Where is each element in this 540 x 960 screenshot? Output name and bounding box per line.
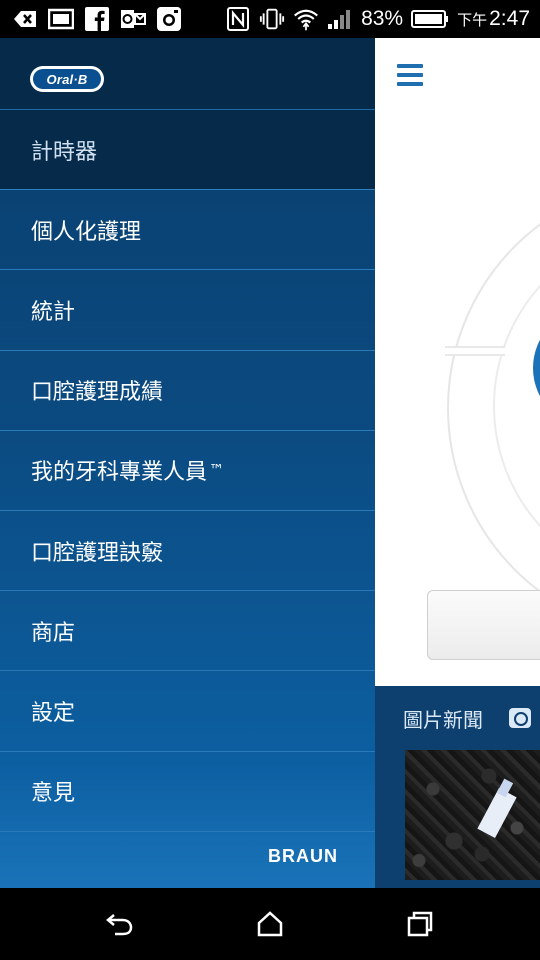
timer-dial-gap	[445, 346, 505, 356]
menu-item-oral-care-score[interactable]: 口腔護理成績	[0, 351, 375, 431]
trademark-symbol: ™	[209, 461, 225, 480]
nfc-icon	[225, 7, 251, 31]
menu-item-statistics[interactable]: 統計	[0, 270, 375, 351]
braun-logo: BRAUN	[268, 846, 338, 866]
system-status: 83% 下午2:47	[225, 6, 530, 32]
battery-percent: 83%	[361, 7, 404, 30]
menu-item-personalized-care[interactable]: 個人化護理	[0, 190, 375, 271]
drawer-menu: 計時器 個人化護理 統計 口腔護理成績 我的牙科專業人員 ™ 口腔護理訣竅 商店 …	[0, 110, 375, 832]
oral-b-logo: Oral·B	[30, 66, 104, 92]
menu-item-label: 計時器	[31, 139, 98, 165]
vibrate-icon	[259, 7, 285, 31]
facebook-icon	[84, 7, 110, 31]
menu-icon[interactable]	[397, 64, 423, 86]
menu-item-my-dental-professional[interactable]: 我的牙科專業人員 ™	[0, 431, 375, 511]
signal-icon	[327, 7, 353, 31]
timer-panel	[375, 38, 540, 686]
menu-item-label: 口腔護理成績	[31, 380, 164, 406]
battery-icon	[411, 7, 449, 31]
clock-time: 2:47	[489, 7, 530, 30]
menu-item-label: 口腔護理訣竅	[31, 540, 164, 566]
recent-apps-icon[interactable]	[400, 908, 440, 940]
menu-item-label: 設定	[31, 700, 76, 726]
menu-item-feedback[interactable]: 意見	[0, 752, 375, 832]
menu-item-label: 統計	[31, 299, 76, 325]
wifi-icon	[293, 7, 319, 31]
menu-item-label: 意見	[31, 781, 76, 807]
menu-item-label: 個人化護理	[31, 219, 142, 245]
notification-icons	[12, 6, 182, 32]
back-arrow-icon	[12, 7, 38, 31]
navigation-drawer: Oral·B 計時器 個人化護理 統計 口腔護理成績 我的牙科專業人員 ™ 口腔護…	[0, 38, 375, 888]
menu-item-timer[interactable]: 計時器	[0, 110, 375, 191]
menu-item-label: 商店	[31, 620, 76, 646]
start-button[interactable]	[427, 590, 540, 660]
menu-item-shop[interactable]: 商店	[0, 591, 375, 672]
clock-ampm: 下午	[457, 12, 488, 29]
instagram-icon	[156, 7, 182, 31]
photo-news-section: 圖片新聞	[375, 686, 540, 888]
main-content: 圖片新聞	[375, 38, 540, 888]
system-navigation-bar	[0, 888, 540, 960]
back-icon[interactable]	[100, 908, 140, 940]
menu-item-settings[interactable]: 設定	[0, 671, 375, 752]
camera-icon	[509, 708, 531, 728]
menu-item-label: 我的牙科專業人員	[31, 460, 208, 486]
outlook-icon	[120, 7, 146, 31]
status-bar: 83% 下午2:47	[0, 0, 540, 38]
clock: 下午2:47	[457, 7, 530, 31]
drawer-header: Oral·B	[0, 38, 375, 110]
photo-news-title: 圖片新聞	[403, 708, 483, 732]
menu-item-oral-care-tips[interactable]: 口腔護理訣竅	[0, 511, 375, 592]
image-icon	[48, 7, 74, 31]
home-icon[interactable]	[250, 908, 290, 940]
news-photo[interactable]	[405, 750, 540, 880]
logo-text: Oral·B	[33, 69, 101, 89]
